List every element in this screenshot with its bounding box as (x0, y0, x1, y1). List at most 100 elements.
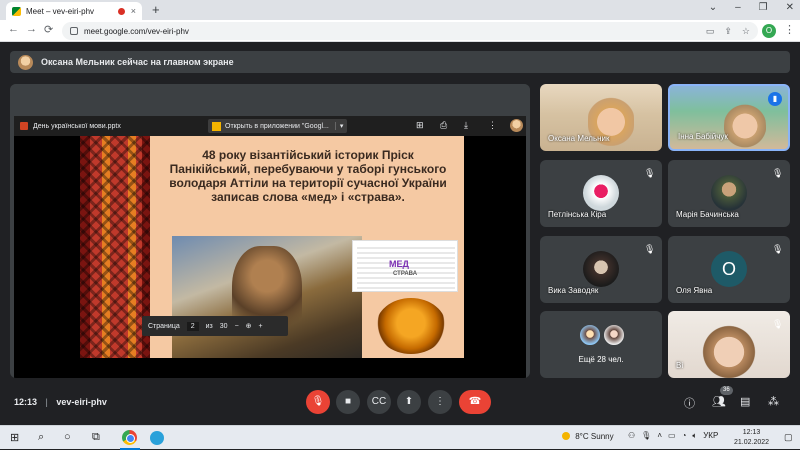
lock-icon (70, 27, 78, 35)
address-bar[interactable]: meet.google.com/vev-eiri-phv ▭ ⇪ ☆ (62, 22, 758, 40)
participant-avatar (583, 175, 619, 211)
meeting-details-icon[interactable]: ⓘ (684, 395, 695, 411)
telegram-taskbar-icon[interactable] (150, 431, 164, 445)
download-icon[interactable]: ⤓ (464, 120, 468, 131)
participant-name: Інна Бабійчук (678, 132, 728, 141)
recording-dot-icon (117, 7, 125, 15)
page-total: 30 (219, 322, 228, 330)
file-viewer: День української мови.pptx Открыть в при… (14, 116, 526, 378)
weather-text: Sunny (590, 432, 614, 441)
zoom-in-button[interactable]: + (259, 323, 263, 330)
person-icon[interactable]: ⚇ (628, 431, 635, 441)
camera-permission-icon[interactable]: ▭ (706, 26, 715, 37)
more-options-button[interactable]: ⋮ (428, 390, 452, 414)
chrome-taskbar-icon[interactable] (122, 430, 137, 445)
slide-text: 48 року візантійський історик Пріск Пані… (169, 148, 447, 204)
browser-tabstrip: Meet – vev-eiri-phv × + ⌄ – ❐ ✕ (0, 0, 800, 20)
tray-chevron-icon[interactable]: ˄ (657, 431, 662, 441)
more-participants-tile[interactable]: Ещё 28 чел. (540, 311, 662, 378)
participant-avatar (711, 175, 747, 211)
participant-tile[interactable]: Оксана Мельник (540, 84, 662, 151)
participant-name: Вика Заводяк (548, 286, 599, 295)
stage-header (10, 84, 530, 116)
windows-start-icon[interactable]: ⊞ (10, 431, 19, 444)
participant-name: Оля Явна (676, 286, 713, 295)
open-with-button[interactable]: Открыть в приложении "Googl... ▾ (208, 119, 348, 133)
profile-avatar[interactable]: O (762, 24, 776, 38)
page-navigator: Страница 2 из 30 − ⊕ + (142, 316, 288, 336)
separator: | (45, 397, 48, 407)
close-window-button[interactable]: ✕ (786, 2, 794, 13)
captions-button[interactable]: CC (367, 390, 391, 414)
language-indicator[interactable]: УКР (703, 431, 718, 441)
back-button[interactable]: ← (8, 23, 19, 35)
participant-tile[interactable]: 🎙︎ Марія Бачинська (668, 160, 790, 227)
more-participants-avatars (578, 323, 626, 347)
task-view-icon[interactable]: ⧉ (92, 431, 100, 444)
mic-off-icon: 🎙︎ (772, 244, 784, 254)
tab-meet[interactable]: Meet – vev-eiri-phv × (6, 2, 142, 20)
participant-tile[interactable]: 🎙︎ Вика Заводяк (540, 236, 662, 303)
activities-icon[interactable]: ⁂ (768, 395, 779, 408)
page-number-input[interactable]: 2 (186, 321, 199, 331)
end-call-button[interactable]: ☎ (459, 390, 491, 414)
participant-tile[interactable]: 🎙︎ Ві (668, 311, 790, 378)
pptx-file-icon (20, 122, 28, 130)
share-icon[interactable]: ⇪ (724, 26, 732, 37)
participant-name: Петлінська Кіра (548, 210, 607, 219)
file-name: День української мови.pptx (33, 122, 121, 130)
participant-avatar (578, 323, 602, 347)
more-participants-count: Ещё 28 чел. (578, 355, 624, 364)
camera-toggle-button[interactable]: ■ (336, 390, 360, 414)
participant-name: Оксана Мельник (548, 134, 610, 143)
participant-video (724, 98, 766, 149)
present-button[interactable]: ⬆ (397, 390, 421, 414)
meet-favicon-icon (12, 6, 21, 16)
system-tray: ⚇ 🎙︎ ˄ ▭ ◔ 🔈︎ УКР (628, 431, 718, 441)
zoom-out-button[interactable]: − (235, 323, 239, 330)
viewer-account-avatar[interactable] (510, 119, 523, 132)
forward-button[interactable]: → (26, 23, 37, 35)
people-icon[interactable]: 👥︎ (712, 395, 726, 408)
restore-button[interactable]: ❐ (759, 2, 768, 13)
clock-date: 21.02.2022 (734, 439, 770, 446)
more-options-icon[interactable]: ⋮ (488, 120, 497, 131)
browser-menu-icon[interactable]: ⋮ (784, 23, 795, 36)
participant-tile[interactable]: ▮ Інна Бабійчук (668, 84, 790, 151)
temperature: 8°C (575, 432, 589, 441)
volume-icon[interactable]: 🔈︎ (692, 431, 697, 441)
page-label: Страница (148, 322, 180, 330)
url-text[interactable]: meet.google.com/vev-eiri-phv (84, 27, 696, 36)
search-icon[interactable]: ⌕ (38, 431, 44, 444)
embroidery-ornament (80, 136, 150, 358)
system-clock[interactable]: 12:13 21.02.2022 (734, 428, 769, 448)
chevron-down-icon[interactable]: ▾ (334, 122, 343, 130)
warrior-image (172, 236, 362, 358)
mic-off-icon: 🎙︎ (644, 244, 656, 254)
monitor-icon[interactable]: ▭ (668, 431, 676, 441)
participant-tile[interactable]: 🎙︎ Петлінська Кіра (540, 160, 662, 227)
mic-tray-icon[interactable]: 🎙︎ (641, 431, 651, 441)
chat-icon[interactable]: ▤ (740, 395, 750, 408)
tab-search-icon[interactable]: ⌄ (709, 2, 717, 13)
network-icon[interactable]: ◔ (682, 431, 687, 441)
tab-close-icon[interactable]: × (131, 6, 136, 16)
browser-toolbar: ← → ⟳ meet.google.com/vev-eiri-phv ▭ ⇪ ☆… (0, 20, 800, 42)
participant-tile[interactable]: 🎙︎ О Оля Явна (668, 236, 790, 303)
notifications-icon[interactable]: ▢ (784, 432, 793, 443)
participant-name: Марія Бачинська (676, 210, 739, 219)
minimize-button[interactable]: – (735, 2, 741, 13)
weather-widget[interactable]: 8°C Sunny (562, 432, 614, 441)
page-of-label: из (205, 322, 213, 330)
tab-title: Meet – vev-eiri-phv (26, 6, 95, 16)
print-icon[interactable]: ⎙ (440, 120, 447, 131)
cortana-icon[interactable]: ○ (64, 431, 71, 443)
participant-initial-avatar: О (711, 251, 747, 287)
bookmark-star-icon[interactable]: ☆ (742, 26, 750, 37)
new-tab-button[interactable]: + (152, 2, 160, 17)
participant-avatar (602, 323, 626, 347)
reload-button[interactable]: ⟳ (44, 23, 53, 36)
mic-toggle-button[interactable]: 🎙︎ (306, 390, 330, 414)
windows-taskbar: ⊞ ⌕ ○ ⧉ 8°C Sunny ⚇ 🎙︎ ˄ ▭ ◔ 🔈︎ УКР 12:1… (0, 425, 800, 450)
add-comment-icon[interactable]: ⊞ (416, 120, 424, 131)
